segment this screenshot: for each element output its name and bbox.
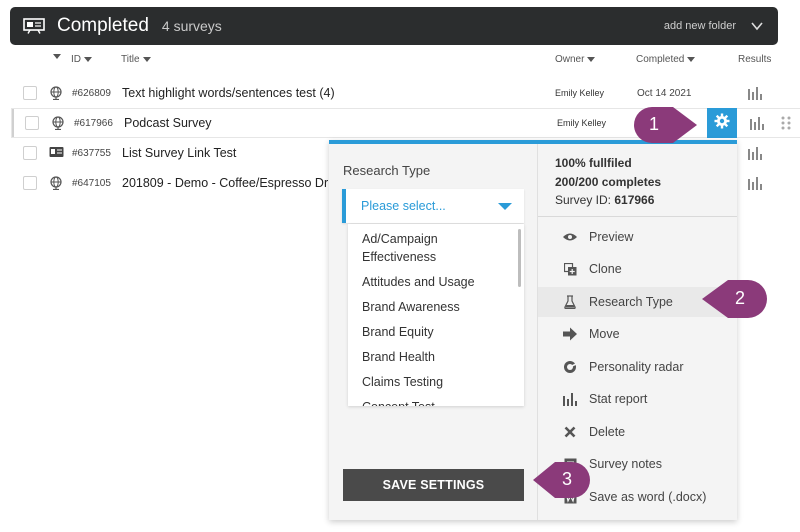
survey-id-value: 617966 [614,193,655,207]
menu-item-move[interactable]: Move [538,319,737,349]
research-type-options-list[interactable]: Ad/Campaign Effectiveness Attitudes and … [348,224,524,406]
completes-count: 200/200 completes [555,174,662,189]
survey-id: #626809 [72,87,111,99]
options-scrollbar[interactable] [518,229,521,287]
column-title-label: Title [121,54,140,65]
sort-caret-icon [687,57,696,62]
flask-icon [562,294,578,310]
arrow-right-icon [562,326,578,342]
eye-icon [562,229,578,245]
menu-item-label: Preview [589,230,634,244]
survey-id: #637755 [72,147,111,159]
menu-item-label: Move [589,327,620,341]
callout-number: 3 [562,469,573,489]
callout-number: 1 [649,114,660,134]
research-type-select[interactable]: Please select... [342,189,524,223]
globe-icon [49,86,63,101]
research-type-option[interactable]: Brand Health [348,348,524,373]
survey-title-link[interactable]: Podcast Survey [124,116,212,130]
presentation-icon [23,18,45,34]
folder-title: Completed [57,15,149,36]
research-type-option[interactable]: Brand Equity [348,323,524,348]
results-bar-chart-icon[interactable] [747,86,763,100]
x-icon [562,424,578,440]
column-results-label: Results [738,54,772,65]
callout-number: 2 [735,288,746,308]
folder-survey-count: 4 surveys [161,18,222,34]
survey-title-link[interactable]: Text highlight words/sentences test (4) [122,86,335,100]
menu-item-preview[interactable]: Preview [538,222,737,252]
menu-item-label: Stat report [589,392,648,406]
column-headers: ID Title Owner Completed Results [0,50,800,72]
survey-id: #617966 [74,117,113,129]
callout-step-1: 1 [633,106,697,143]
gear-icon [714,113,730,134]
research-type-option[interactable]: Ad/Campaign Effectiveness [348,230,524,273]
column-completed[interactable]: Completed [636,54,696,65]
column-results: Results [738,54,771,65]
menu-item-label: Delete [589,425,626,439]
column-id-label: ID [71,54,81,65]
survey-title-link[interactable]: 201809 - Demo - Coffee/Espresso Dr [122,176,328,190]
menu-item-label: Research Type [589,295,673,309]
row-checkbox[interactable] [25,116,39,130]
sort-caret-icon [84,57,92,62]
globe-icon [49,176,63,191]
menu-item-label: Clone [589,262,622,276]
survey-info: 100% fullfiled 200/200 completes Survey … [555,154,661,210]
callout-step-3: 3 [531,461,590,498]
results-bar-chart-icon[interactable] [749,116,765,130]
research-type-option[interactable]: Attitudes and Usage [348,273,524,298]
column-owner[interactable]: Owner [555,54,596,65]
chevron-down-icon[interactable] [750,19,764,33]
column-id[interactable]: ID [71,54,92,65]
menu-item-stat-report[interactable]: Stat report [538,384,737,414]
menu-item-label: Survey notes [589,457,662,471]
row-checkbox[interactable] [23,86,37,100]
research-type-option[interactable]: Concept Test [348,398,524,406]
research-type-option[interactable]: Brand Awareness [348,298,524,323]
column-title[interactable]: Title [121,54,151,65]
dropdown-caret-icon [498,203,512,210]
callout-step-2: 2 [700,279,767,318]
id-card-icon [49,146,64,160]
settings-gear-button[interactable] [707,108,737,138]
sort-caret-icon [53,54,61,59]
results-bar-chart-icon[interactable] [747,146,763,160]
fulfilled-status: 100% fullfiled [555,156,632,170]
survey-owner: Emily Kelley [557,118,607,128]
select-all-sort[interactable] [50,54,61,59]
survey-owner: Emily Kelley [555,88,605,98]
survey-list-page: Completed 4 surveys add new folder ID Ti… [0,0,800,532]
survey-id: #647105 [72,177,111,189]
add-new-folder-link[interactable]: add new folder [664,20,736,32]
save-settings-button[interactable]: SAVE SETTINGS [343,469,524,501]
research-type-option[interactable]: Claims Testing [348,373,524,398]
sort-caret-icon [142,57,151,62]
row-checkbox[interactable] [23,146,37,160]
research-type-label: Research Type [343,163,431,178]
sort-caret-icon [587,57,596,62]
results-bar-chart-icon[interactable] [747,176,763,190]
column-completed-label: Completed [636,54,685,65]
row-checkbox[interactable] [23,176,37,190]
radar-icon [562,359,578,375]
drag-handle-icon[interactable] [780,116,792,130]
menu-item-delete[interactable]: Delete [538,417,737,447]
globe-icon [51,116,65,131]
menu-item-label: Save as word (.docx) [589,490,707,504]
table-row[interactable]: #626809 Text highlight words/sentences t… [12,79,800,107]
divider [538,216,737,217]
survey-id-label: Survey ID: [555,193,615,207]
column-owner-label: Owner [555,54,585,65]
menu-item-label: Personality radar [589,360,684,374]
bar-chart-icon [562,391,578,407]
survey-completed-date: Oct 14 2021 [637,87,692,99]
folder-header[interactable]: Completed 4 surveys add new folder [10,7,778,45]
research-type-panel: Research Type Please select... Ad/Campai… [329,144,538,520]
survey-title-link[interactable]: List Survey Link Test [122,146,236,160]
clone-icon [562,261,578,277]
menu-item-personality-radar[interactable]: Personality radar [538,352,737,382]
research-type-select-value: Please select... [361,199,446,213]
